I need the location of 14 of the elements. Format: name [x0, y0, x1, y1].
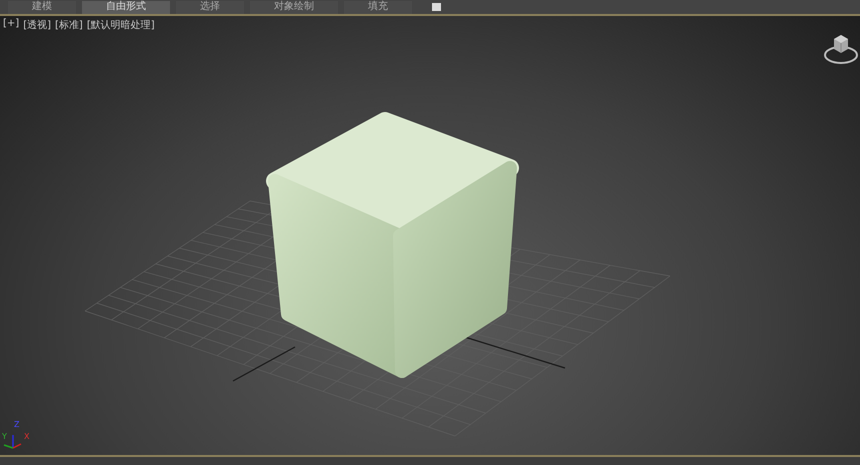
axis-label: Z	[14, 421, 20, 429]
ribbon-tab[interactable]: 对象绘制	[250, 0, 338, 14]
viewport-label[interactable]: [默认明暗处理]	[86, 18, 155, 32]
axis-line	[232, 346, 296, 382]
axis-label: Y	[2, 433, 7, 441]
ribbon-tab[interactable]: 填充	[344, 0, 412, 14]
viewport-label[interactable]: [标准]	[55, 18, 83, 32]
viewport-label[interactable]: [透视]	[23, 18, 51, 32]
viewport[interactable]: [+] [透视] [标准] [默认明暗处理] Z Y X	[0, 16, 860, 455]
viewport-label[interactable]: [+]	[3, 18, 20, 32]
ribbon-tab[interactable]: 建模	[8, 0, 76, 14]
ribbon-tab[interactable]: 选择	[176, 0, 244, 14]
axis-label: X	[24, 433, 30, 441]
ribbon-tab[interactable]: 自由形式	[82, 0, 170, 14]
